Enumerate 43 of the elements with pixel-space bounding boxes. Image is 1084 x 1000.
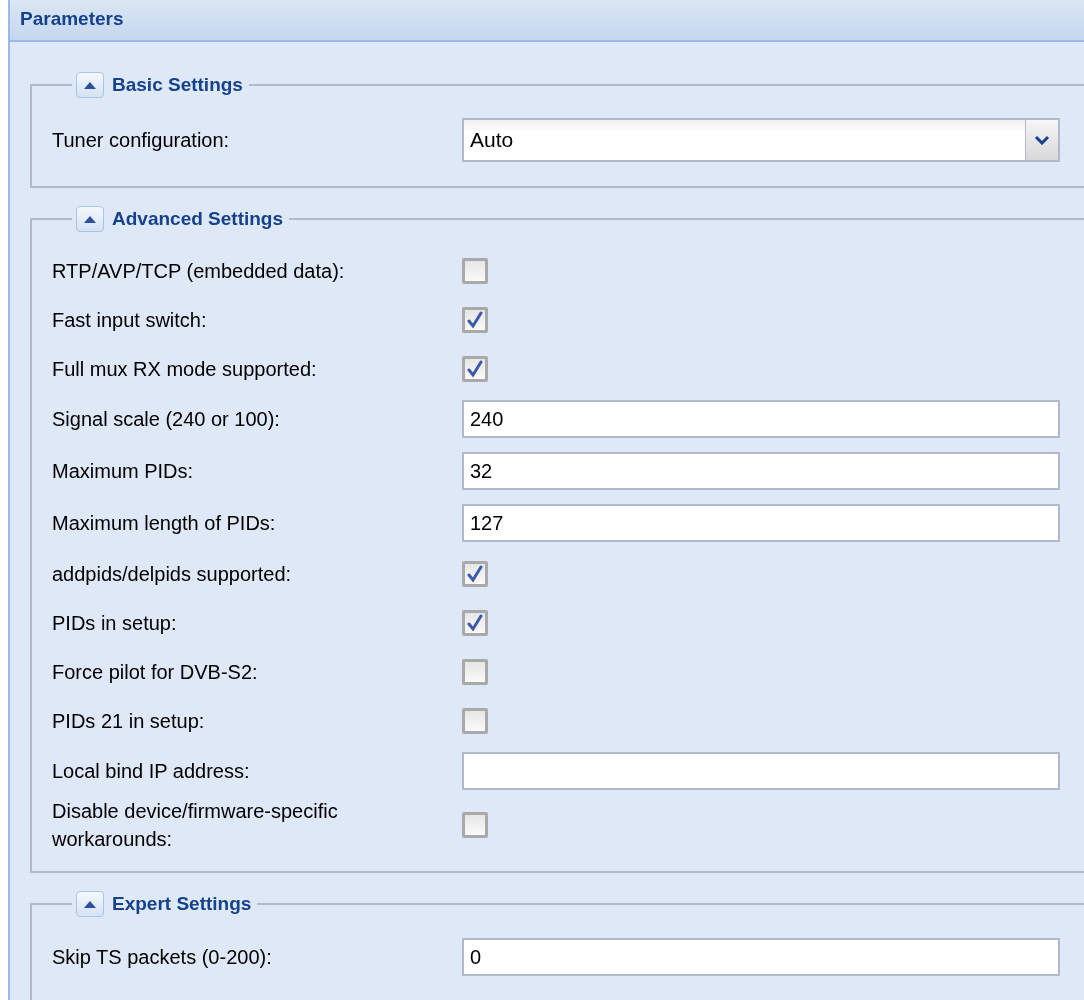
- panel-title: Parameters: [10, 0, 1084, 42]
- triangle-icon: [83, 900, 97, 908]
- field-label: Maximum PIDs:: [52, 459, 195, 484]
- group-title: Basic Settings: [112, 74, 243, 96]
- field-label: Force pilot for DVB-S2:: [52, 659, 259, 685]
- field-label: PIDs in setup:: [52, 610, 178, 636]
- checkmark-icon: [466, 564, 484, 583]
- field-label: Skip TS packets (0-200):: [52, 945, 273, 970]
- field-label: Tuner configuration:: [52, 128, 231, 153]
- checkmark-icon: [466, 359, 484, 378]
- field-label: Full mux RX mode supported:: [52, 356, 318, 382]
- checkbox[interactable]: [462, 707, 488, 734]
- chevron-down-icon: [1034, 135, 1050, 145]
- field-label: Maximum length of PIDs:: [52, 511, 277, 536]
- checkbox[interactable]: [462, 257, 488, 284]
- field-label: RTP/AVP/TCP (embedded data):: [52, 258, 346, 284]
- field-label: Disable device/firmware-specific workarounds:: [52, 799, 339, 852]
- field-label: Fast input switch:: [52, 307, 208, 333]
- checkbox[interactable]: [462, 355, 488, 382]
- tuner-dropdown[interactable]: Auto: [462, 118, 1060, 162]
- input-field[interactable]: [462, 752, 1060, 790]
- checkmark-icon: [466, 310, 484, 329]
- input-field[interactable]: 0: [462, 938, 1060, 976]
- field-label: Local bind IP address:: [52, 759, 251, 784]
- collapse-button[interactable]: [76, 206, 104, 232]
- field-label: PIDs 21 in setup:: [52, 708, 206, 734]
- input-field[interactable]: 127: [462, 504, 1060, 542]
- checkbox[interactable]: [462, 658, 488, 685]
- checkbox[interactable]: [462, 812, 488, 838]
- triangle-icon: [83, 215, 97, 223]
- group-title: Advanced Settings: [112, 208, 284, 230]
- collapse-button[interactable]: [76, 72, 104, 98]
- checkbox[interactable]: [462, 609, 488, 636]
- field-label: addpids/delpids supported:: [52, 561, 293, 587]
- input-field[interactable]: 32: [462, 452, 1060, 490]
- triangle-icon: [83, 81, 97, 89]
- field-label: Signal scale (240 or 100):: [52, 407, 281, 432]
- input-field[interactable]: 240: [462, 400, 1060, 438]
- checkbox[interactable]: [462, 306, 488, 333]
- group-title: Expert Settings: [112, 893, 252, 915]
- collapse-button[interactable]: [76, 891, 104, 917]
- checkbox[interactable]: [462, 560, 488, 587]
- checkmark-icon: [466, 613, 484, 632]
